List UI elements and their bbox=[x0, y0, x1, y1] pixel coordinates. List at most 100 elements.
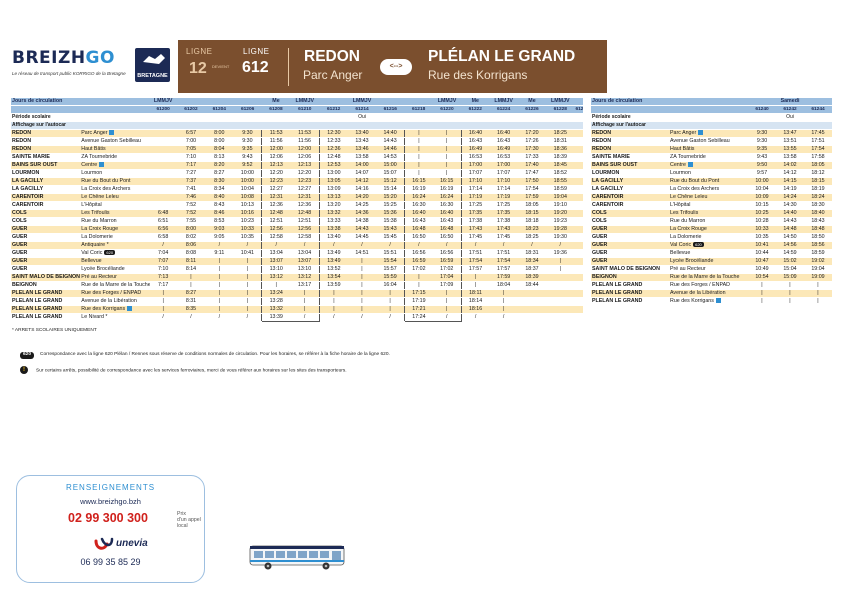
departure-time bbox=[546, 305, 575, 314]
meta-cell bbox=[290, 121, 320, 130]
call-price-note: Prix d'un appel local bbox=[177, 511, 201, 529]
departure-time: 13:07 bbox=[290, 257, 321, 266]
departure-time: 16:49 bbox=[489, 145, 518, 154]
bus-illustration bbox=[249, 545, 345, 570]
meta-row: Affichage sur l'autocar bbox=[11, 121, 583, 130]
stop-name: Les Trifoulis bbox=[669, 209, 748, 218]
course-number: 61210 bbox=[290, 105, 320, 114]
stop-name: La Croix des Archers bbox=[669, 185, 748, 194]
departure-time: 13:47 bbox=[776, 129, 804, 138]
departure-time: 14:20 bbox=[347, 193, 377, 202]
departure-time: 8:40 bbox=[205, 193, 234, 202]
departure-time: 14:30 bbox=[776, 201, 804, 210]
departure-time: 17:10 bbox=[461, 177, 490, 186]
meta-cell bbox=[261, 121, 291, 130]
departure-time: 10:47 bbox=[748, 257, 776, 266]
departure-time: | bbox=[748, 297, 776, 306]
meta-cell bbox=[319, 121, 348, 130]
commune-name: GUER bbox=[591, 233, 669, 242]
departure-time: 10:15 bbox=[748, 201, 776, 210]
departure-time: / bbox=[489, 313, 518, 322]
departure-time: 17:54 bbox=[489, 257, 518, 266]
meta-cell bbox=[149, 121, 177, 130]
departure-time bbox=[574, 249, 583, 258]
departure-time: 16:04 bbox=[376, 281, 405, 290]
line-620-pill: 620 bbox=[20, 352, 35, 359]
departure-time: 8:04 bbox=[205, 145, 234, 154]
departure-time: 13:10 bbox=[290, 265, 321, 274]
website-link[interactable]: www.breizhgo.bzh bbox=[17, 497, 204, 506]
course-number bbox=[11, 105, 81, 114]
commune-name: GUER bbox=[591, 225, 669, 234]
meta-cell: Affichage sur l'autocar bbox=[591, 121, 669, 130]
operator-phone[interactable]: 06 99 35 85 29 bbox=[17, 557, 204, 567]
departure-time: 12:00 bbox=[261, 145, 291, 154]
meta-cell bbox=[404, 121, 433, 130]
departure-time: | bbox=[489, 289, 518, 298]
meta-cell bbox=[205, 121, 234, 130]
departure-time: / bbox=[517, 241, 547, 250]
departure-time bbox=[574, 193, 583, 202]
rail-note: ! Sur certains arrêts, possibilité de cor… bbox=[20, 366, 347, 374]
departure-time: 13:46 bbox=[347, 145, 377, 154]
phone-number[interactable]: 02 99 300 300 bbox=[68, 511, 148, 525]
departure-time: 18:19 bbox=[804, 185, 832, 194]
departure-time: 18:44 bbox=[517, 281, 547, 290]
table-row: CARENTOIR Le Chêne Leleu 10:09 14:24 18:24 bbox=[591, 193, 832, 202]
departure-time: 16:40 bbox=[432, 209, 462, 218]
departure-time: 19:10 bbox=[546, 201, 575, 210]
departure-time: 8:27 bbox=[205, 169, 234, 178]
departure-time: 17:14 bbox=[489, 185, 518, 194]
departure-time: | bbox=[403, 145, 433, 154]
departure-time: 18:05 bbox=[804, 161, 832, 170]
meta-cell: Période scolaire bbox=[11, 113, 81, 122]
old-line-number: 12 bbox=[189, 60, 207, 77]
meta-cell bbox=[517, 121, 547, 130]
departure-time: 12:13 bbox=[290, 161, 321, 170]
commune-name: BAINS SUR OUST bbox=[591, 161, 669, 170]
departure-time: | bbox=[432, 145, 462, 154]
departure-time: 9:57 bbox=[748, 169, 776, 178]
departure-time: 15:54 bbox=[376, 257, 405, 266]
departure-time: 12:58 bbox=[290, 233, 321, 242]
warning-icon: ! bbox=[20, 366, 28, 374]
meta-cell bbox=[489, 113, 518, 122]
departure-time: 18:48 bbox=[804, 225, 832, 234]
departure-time: / bbox=[461, 241, 490, 250]
departure-time: 10:44 bbox=[748, 249, 776, 258]
meta-cell: Oui bbox=[776, 113, 804, 122]
departure-time: 16:49 bbox=[461, 145, 490, 154]
stop-name: Rue des Forges / ENPAD bbox=[669, 281, 748, 290]
departure-time bbox=[574, 217, 583, 226]
table-row: GUER Val Coric 620 10:41 14:56 18:56 bbox=[591, 241, 832, 250]
departure-time: 13:20 bbox=[319, 201, 348, 210]
departure-time: | bbox=[176, 281, 206, 290]
course-number bbox=[669, 105, 748, 114]
table-row: GUER Bellevue 10:44 14:59 18:59 bbox=[591, 249, 832, 258]
departure-time: 11:56 bbox=[261, 137, 291, 146]
meta-cell bbox=[574, 121, 583, 130]
departure-time: 9:03 bbox=[205, 225, 234, 234]
departure-time: 10:09 bbox=[748, 193, 776, 202]
departure-time: 18:16 bbox=[461, 305, 490, 314]
departure-time: 17:38 bbox=[461, 217, 490, 226]
course-number bbox=[591, 105, 669, 114]
departure-time: | bbox=[432, 137, 462, 146]
departure-time: 18:55 bbox=[546, 177, 575, 186]
departure-time: 10:49 bbox=[748, 265, 776, 274]
departure-time: 17:07 bbox=[461, 169, 490, 178]
meta-cell bbox=[748, 121, 776, 130]
course-number: 61204 bbox=[205, 105, 234, 114]
departure-time: 17:25 bbox=[489, 201, 518, 210]
departure-time: 17:54 bbox=[461, 257, 490, 266]
departure-time: 10:08 bbox=[233, 193, 262, 202]
departure-time: 15:43 bbox=[376, 225, 405, 234]
departure-time: 9:35 bbox=[748, 145, 776, 154]
departure-time: / bbox=[290, 313, 321, 322]
stop-name: Pré au Recteur bbox=[669, 265, 748, 274]
course-number: 61212 bbox=[319, 105, 348, 114]
course-number: 61200 bbox=[149, 105, 177, 114]
departure-time: 17:45 bbox=[489, 233, 518, 242]
table-row: PLELAN LE GRAND Rue des Korrigans | 8:35 | | 1… bbox=[11, 305, 583, 314]
departure-time: 16:48 bbox=[432, 225, 462, 234]
